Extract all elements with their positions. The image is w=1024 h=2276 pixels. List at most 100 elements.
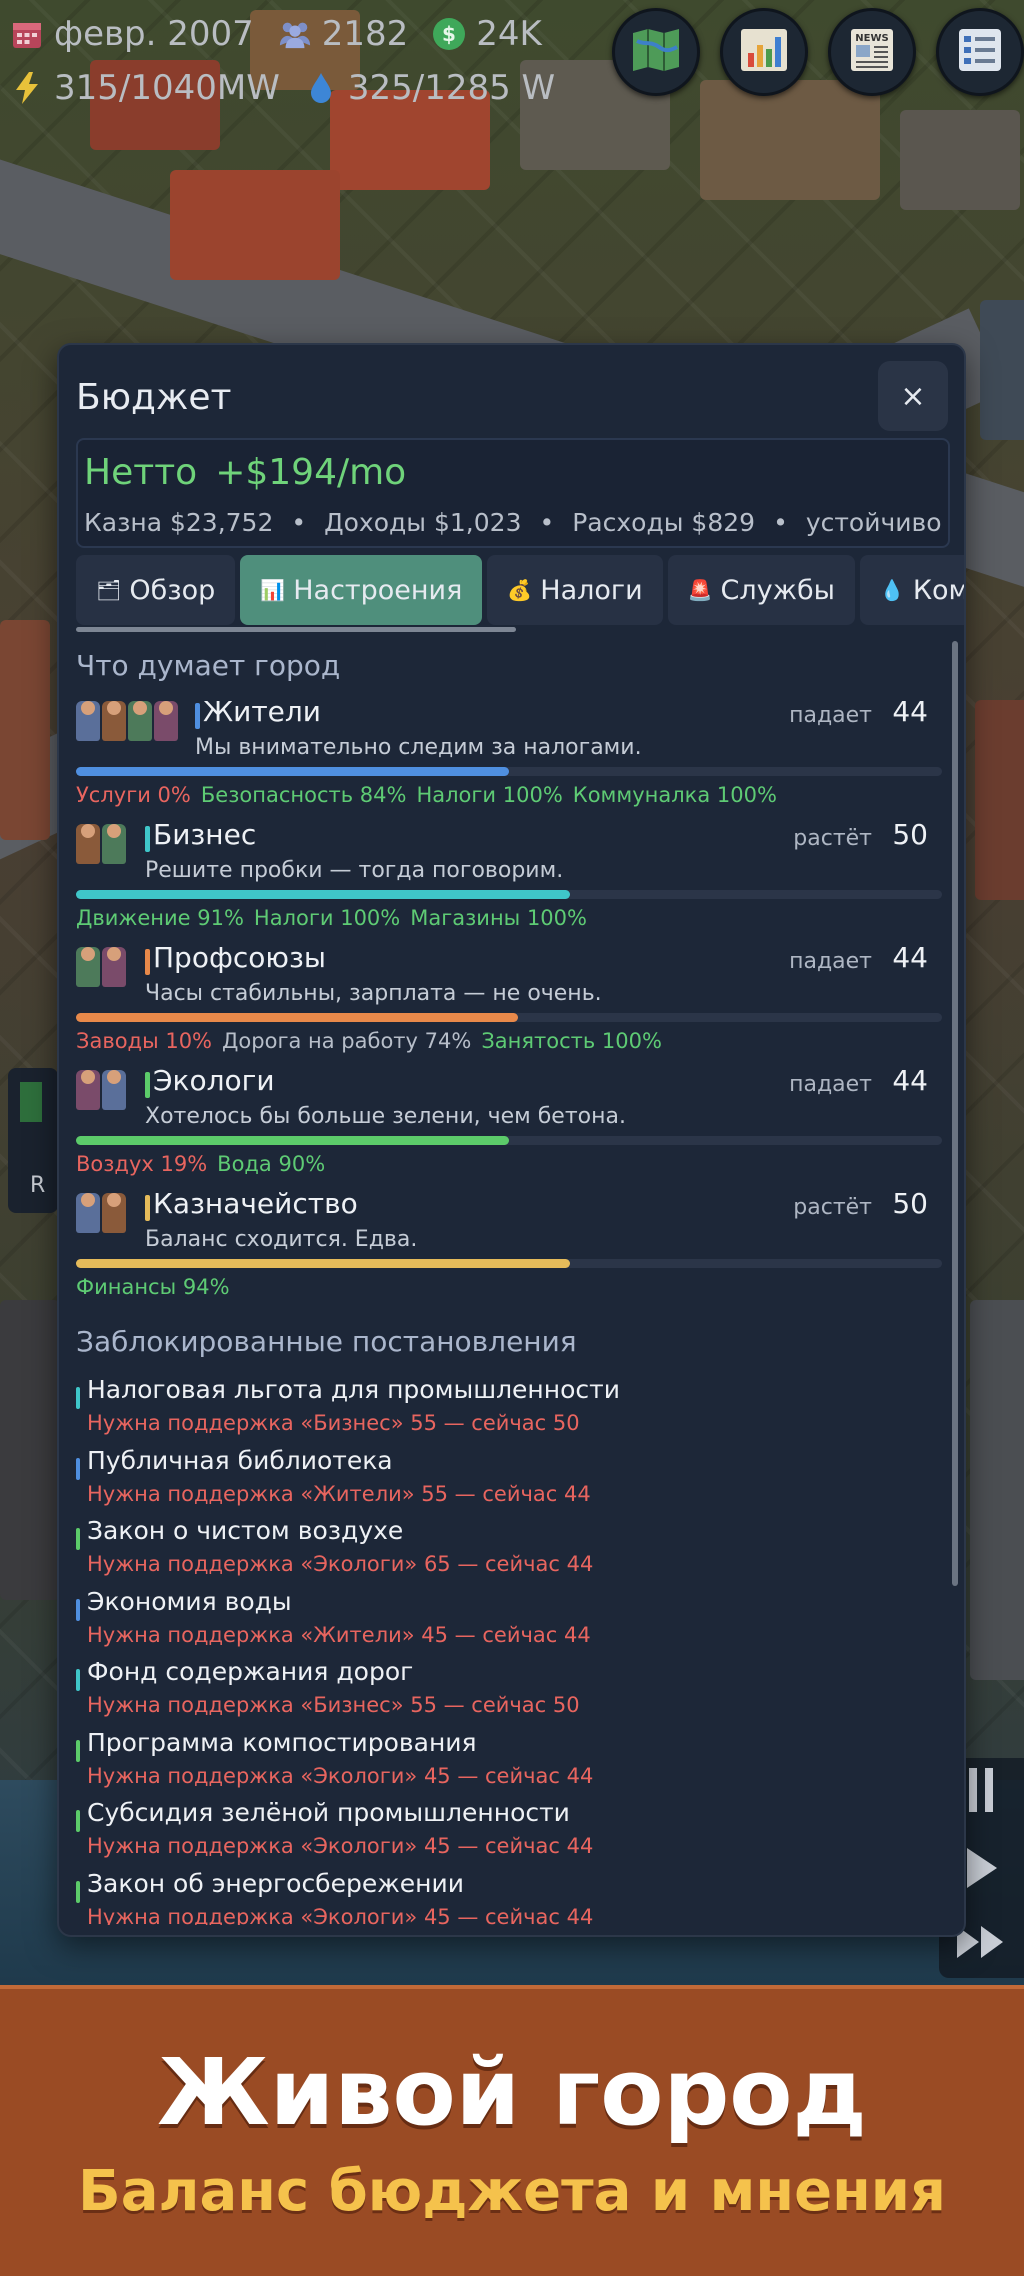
money-bag-icon: 💰: [507, 578, 533, 602]
tab-bar: 🗂 Обзор 📊 Настроения 💰 Налоги 🚨 Службы 💧…: [76, 555, 966, 625]
policy-name: Публичная библиотека: [87, 1445, 393, 1475]
tab-services[interactable]: 🚨 Службы: [667, 555, 855, 625]
blocked-policy-item[interactable]: Закон о чистом воздухе Нужна поддержка «Э…: [76, 1516, 942, 1586]
building: [170, 170, 340, 280]
separator-dot: •: [773, 508, 788, 537]
policy-requirement: Нужна поддержка «Экологи» 45 — сейчас 44: [87, 1904, 594, 1926]
news-button[interactable]: NEWS: [828, 8, 916, 96]
opinion-group[interactable]: Жители Мы внимательно следим за налогами.…: [76, 695, 942, 818]
opinion-group[interactable]: Экологи Хотелось бы больше зелени, чем бе…: [76, 1064, 942, 1187]
group-quote: Хотелось бы больше зелени, чем бетона.: [145, 1104, 626, 1129]
bar-chart-icon: 📊: [260, 578, 286, 602]
blocked-policy-item[interactable]: Экономия воды Нужна поддержка «Жители» 45…: [76, 1587, 942, 1657]
money-text: 24K: [476, 14, 542, 54]
tab-label: Коммун: [912, 574, 966, 606]
sentiment-bar-track: [76, 1136, 942, 1145]
citizen-avatar: [76, 701, 100, 741]
svg-text:$: $: [442, 22, 456, 46]
opinion-group[interactable]: Бизнес Решите пробки — тогда поговорим. ра…: [76, 818, 942, 941]
side-panel-left[interactable]: R: [8, 1068, 58, 1213]
tab-utilities[interactable]: 💧 Коммун: [859, 555, 966, 625]
blocked-policy-item[interactable]: Публичная библиотека Нужна поддержка «Жит…: [76, 1446, 942, 1516]
group-trend: растёт: [793, 826, 872, 851]
opinion-group[interactable]: Профсоюзы Часы стабильны, зарплата — не о…: [76, 941, 942, 1064]
tab-taxes[interactable]: 💰 Налоги: [487, 555, 663, 625]
budget-dialog: Бюджет × Нетто +$194/mo Казна $23,752 • …: [57, 343, 966, 1937]
siren-icon: 🚨: [687, 578, 713, 602]
group-name: Казначейство: [153, 1187, 358, 1220]
citizen-avatar: [154, 701, 178, 741]
close-button[interactable]: ×: [878, 361, 948, 431]
factor-label: Магазины 100%: [410, 906, 587, 930]
chart-icon: [739, 27, 789, 77]
factor-label: Услуги 0%: [76, 783, 191, 807]
sentiment-bar-fill: [76, 1259, 570, 1268]
lightning-icon: [10, 71, 44, 105]
group-quote: Мы внимательно следим за налогами.: [195, 735, 642, 760]
blocked-policy-item[interactable]: Фонд содержания дорог Нужна поддержка «Би…: [76, 1657, 942, 1727]
group-quote: Решите пробки — тогда поговорим.: [145, 858, 564, 883]
policy-color-marker: [76, 1457, 80, 1480]
water-indicator: 325/1285 W: [304, 68, 555, 108]
policy-name: Закон о чистом воздухе: [87, 1516, 404, 1545]
citizen-avatar: [76, 824, 100, 864]
expenses-text: Расходы $829: [572, 508, 756, 537]
list-button[interactable]: [936, 8, 1024, 96]
group-avatars: [76, 1193, 126, 1233]
group-avatars: [76, 824, 126, 864]
group-color-marker: [195, 703, 200, 729]
content-scrollbar[interactable]: [952, 641, 958, 1586]
group-name: Жители: [203, 695, 321, 728]
sentiment-bar-fill: [76, 1013, 518, 1022]
building: [980, 300, 1024, 440]
building: [0, 1300, 60, 1600]
sentiment-bar-track: [76, 890, 942, 899]
group-name: Бизнес: [153, 818, 257, 851]
factor-label: Вода 90%: [217, 1152, 326, 1176]
opinion-group[interactable]: Казначейство Баланс сходится. Едва. растёт…: [76, 1187, 942, 1310]
group-score: 50: [892, 818, 928, 851]
dialog-title: Бюджет: [76, 377, 232, 418]
banner-title: Живой город: [157, 2039, 867, 2146]
side-gauge: [20, 1082, 42, 1122]
group-score: 44: [892, 1064, 928, 1097]
net-summary: Нетто +$194/mo Казна $23,752 • Доходы $1…: [76, 438, 950, 548]
budget-status-text: устойчиво: [805, 508, 942, 537]
tab-overview[interactable]: 🗂 Обзор: [76, 555, 236, 625]
overview-icon: 🗂: [96, 578, 122, 602]
sentiment-bar-track: [76, 1013, 942, 1022]
money-indicator: $ 24K: [432, 14, 542, 54]
group-factors: Воздух 19% Вода 90%: [76, 1152, 325, 1176]
blocked-policy-item[interactable]: Налоговая льгота для промышленности Нужна…: [76, 1375, 942, 1445]
policy-color-marker: [76, 1387, 80, 1409]
policy-requirement: Нужна поддержка «Бизнес» 55 — сейчас 50: [87, 1411, 580, 1435]
tab-scrollbar[interactable]: [76, 627, 516, 632]
policy-name: Субсидия зелёной промышленности: [87, 1798, 570, 1827]
calendar-icon: [10, 17, 44, 51]
tab-sentiment[interactable]: 📊 Настроения: [240, 555, 483, 625]
policy-requirement: Нужна поддержка «Экологи» 65 — сейчас 44: [87, 1552, 594, 1576]
factor-label: Налоги 100%: [416, 783, 563, 807]
group-score: 44: [892, 941, 928, 974]
blocked-policy-item[interactable]: Закон об энергосбережении Нужна поддержка…: [76, 1869, 942, 1926]
group-quote: Баланс сходится. Едва.: [145, 1227, 418, 1252]
citizen-avatar: [76, 1193, 100, 1233]
sentiment-content[interactable]: Что думает город Жители Мы внимательно сл…: [76, 635, 942, 1925]
tab-label: Настроения: [293, 574, 463, 606]
factor-label: Безопасность 84%: [200, 783, 407, 807]
water-drop-icon: [304, 71, 338, 105]
group-color-marker: [145, 1195, 150, 1221]
blocked-policy-item[interactable]: Программа компостирования Нужна поддержка…: [76, 1728, 942, 1798]
group-avatars: [76, 947, 126, 987]
map-button[interactable]: [612, 8, 700, 96]
building: [900, 110, 1020, 210]
citizen-avatar: [102, 824, 126, 864]
group-quote: Часы стабильны, зарплата — не очень.: [145, 981, 602, 1006]
policy-color-marker: [76, 1739, 80, 1762]
group-avatars: [76, 701, 178, 741]
factor-label: Занятость 100%: [481, 1029, 662, 1053]
income-text: Доходы $1,023: [324, 508, 522, 537]
stats-button[interactable]: [720, 8, 808, 96]
policy-requirement: Нужна поддержка «Экологи» 45 — сейчас 44: [87, 1763, 594, 1788]
blocked-policy-item[interactable]: Субсидия зелёной промышленности Нужна под…: [76, 1798, 942, 1868]
